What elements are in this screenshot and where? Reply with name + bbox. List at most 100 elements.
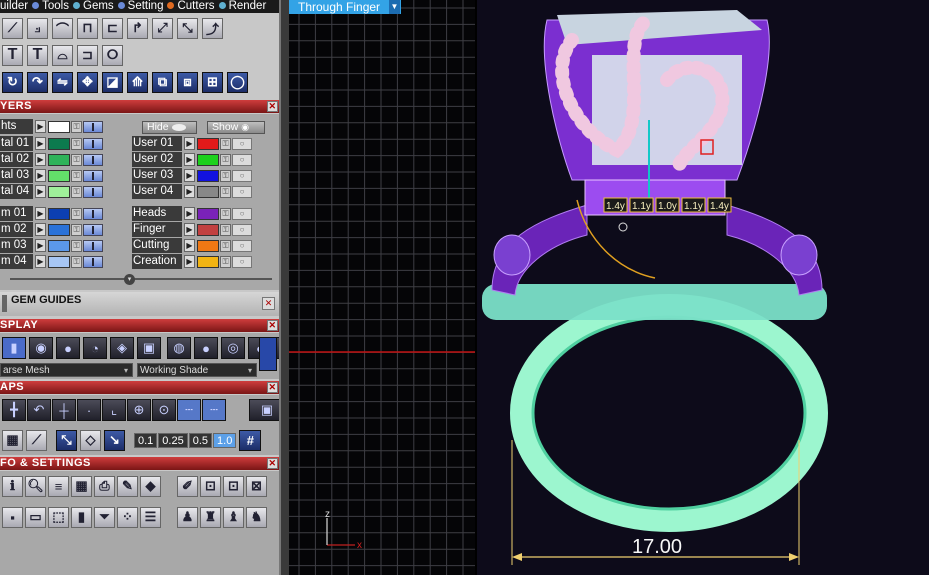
- lights-color-swatch[interactable]: [48, 120, 70, 133]
- snap-center-icon[interactable]: ⊙: [152, 399, 176, 421]
- layer-row[interactable]: tal 01 ▶ ⚿: [0, 136, 103, 151]
- display-mode-3-icon[interactable]: ●: [56, 337, 80, 359]
- display-mode-2-icon[interactable]: ◉: [29, 337, 53, 359]
- pivot-marker[interactable]: [618, 222, 628, 232]
- expand-arrow-icon[interactable]: ▶: [184, 255, 195, 268]
- curve-tool-1-icon[interactable]: ⟋: [2, 17, 23, 39]
- snap-value-0-5[interactable]: 0.5: [188, 432, 213, 448]
- curve-tool-7-icon[interactable]: ⤢: [152, 17, 173, 39]
- lock-icon[interactable]: ⚿: [220, 255, 231, 268]
- snap-value-0-25[interactable]: 0.25: [158, 432, 188, 448]
- layers-stack-icon[interactable]: ≡: [48, 475, 69, 497]
- viewport-title-tab[interactable]: Through Finger: [289, 0, 401, 14]
- expand-arrow-icon[interactable]: ▶: [184, 223, 195, 236]
- lock-icon[interactable]: ⚿: [71, 153, 82, 166]
- layer-row[interactable]: Cutting ▶ ⚿ ○: [132, 238, 252, 253]
- measure-icon[interactable]: ⤡: [56, 429, 77, 451]
- menu-render[interactable]: Render: [229, 0, 267, 12]
- ring-tool-icon[interactable]: ⵔ: [102, 44, 123, 66]
- move-tool-icon[interactable]: ✥: [77, 71, 98, 93]
- layer-row[interactable]: m 02 ▶ ⚿: [0, 222, 103, 237]
- lock-icon[interactable]: ⚿: [220, 153, 231, 166]
- scale-tool-icon[interactable]: ◪: [102, 71, 123, 93]
- list-icon[interactable]: ☰: [140, 506, 161, 528]
- scatter-icon[interactable]: ⁘: [117, 506, 138, 528]
- snap-corner-icon[interactable]: ⌞: [102, 399, 126, 421]
- shade-mode-1-icon[interactable]: ◍: [167, 337, 191, 359]
- hide-button[interactable]: Hide: [142, 121, 197, 134]
- menu-setting[interactable]: Setting: [128, 0, 164, 12]
- visibility-toggle[interactable]: ○: [232, 185, 252, 198]
- cube-icon[interactable]: ▦: [2, 429, 23, 451]
- menu-gems[interactable]: Gems: [83, 0, 114, 12]
- axis-icon[interactable]: ↘: [104, 429, 125, 451]
- close-icon[interactable]: ✕: [262, 297, 275, 310]
- close-icon[interactable]: ✕: [267, 320, 278, 331]
- notes-icon[interactable]: ✎: [117, 475, 138, 497]
- grip-2-icon[interactable]: ▪: [2, 506, 23, 528]
- layer-color-swatch[interactable]: [48, 223, 70, 236]
- snap-frame-icon[interactable]: ▣: [249, 399, 279, 421]
- menu-tools[interactable]: Tools: [42, 0, 69, 12]
- ring-band[interactable]: [510, 294, 828, 532]
- lock-icon[interactable]: ⚿: [71, 255, 82, 268]
- arrange-2-icon[interactable]: ⊡: [223, 475, 244, 497]
- layers-slider-track[interactable]: [10, 278, 272, 280]
- visibility-toggle[interactable]: [83, 137, 103, 150]
- figure-2-icon[interactable]: ♜: [200, 506, 221, 528]
- layer-row[interactable]: tal 04 ▶ ⚿: [0, 184, 103, 199]
- figure-3-icon[interactable]: ♝: [223, 506, 244, 528]
- layer-row[interactable]: User 02 ▶ ⚿ ○: [132, 152, 252, 167]
- expand-arrow-icon[interactable]: ▶: [35, 207, 46, 220]
- curve-tool-8-icon[interactable]: ⤡: [177, 17, 198, 39]
- gem-guides-title[interactable]: GEM GUIDES: [11, 294, 81, 306]
- visibility-toggle[interactable]: ○: [232, 223, 252, 236]
- visibility-toggle[interactable]: [83, 153, 103, 166]
- expand-arrow-icon[interactable]: ▶: [184, 207, 195, 220]
- expand-arrow-icon[interactable]: ▶: [35, 223, 46, 236]
- paint-icon[interactable]: ✐: [177, 475, 198, 497]
- visibility-bar[interactable]: [83, 120, 103, 133]
- layer-color-swatch[interactable]: [197, 239, 219, 252]
- layer-color-swatch[interactable]: [197, 169, 219, 182]
- visibility-toggle[interactable]: ○: [232, 153, 252, 166]
- arrange-1-icon[interactable]: ⊡: [200, 475, 221, 497]
- lock-icon[interactable]: ⚿: [220, 185, 231, 198]
- curve-tool-3-icon[interactable]: ⌒: [52, 17, 73, 39]
- curve-tool-6-icon[interactable]: ↱: [127, 17, 148, 39]
- combine-tool-icon[interactable]: ⊞: [202, 71, 223, 93]
- expand-arrow-icon[interactable]: ▶: [35, 137, 46, 150]
- lock-icon[interactable]: ⚿: [71, 185, 82, 198]
- snap-grid-icon[interactable]: ╋: [2, 399, 26, 421]
- layer-row[interactable]: m 01 ▶ ⚿: [0, 206, 103, 221]
- box-icon[interactable]: ▦: [71, 475, 92, 497]
- menu-cutters[interactable]: Cutters: [177, 0, 214, 12]
- lock-icon[interactable]: ⚿: [220, 169, 231, 182]
- layer-row[interactable]: Heads ▶ ⚿ ○: [132, 206, 252, 221]
- figure-1-icon[interactable]: ♟: [177, 506, 198, 528]
- layer-color-swatch[interactable]: [48, 137, 70, 150]
- lock-icon[interactable]: ⚿: [71, 169, 82, 182]
- layer-row[interactable]: tal 02 ▶ ⚿: [0, 152, 103, 167]
- layer-color-swatch[interactable]: [48, 169, 70, 182]
- curve-tool-9-icon[interactable]: ⤴: [202, 17, 223, 39]
- close-icon[interactable]: ✕: [267, 382, 278, 393]
- visibility-toggle[interactable]: [83, 185, 103, 198]
- grip-icon[interactable]: [2, 295, 7, 312]
- snap-value-0-1[interactable]: 0.1: [134, 432, 158, 448]
- layer-color-swatch[interactable]: [197, 223, 219, 236]
- lock-icon[interactable]: ⚿: [71, 223, 82, 236]
- lock-icon[interactable]: ⚿: [220, 239, 231, 252]
- layer-row[interactable]: Finger ▶ ⚿ ○: [132, 222, 252, 237]
- expand-arrow-icon[interactable]: ▶: [184, 153, 195, 166]
- bracket-tool-icon[interactable]: ⊐: [77, 44, 98, 66]
- expand-arrow-icon[interactable]: ▶: [35, 239, 46, 252]
- layer-color-swatch[interactable]: [48, 255, 70, 268]
- visibility-toggle[interactable]: [83, 239, 103, 252]
- display-mode-6-icon[interactable]: ▣: [137, 337, 161, 359]
- ruler-icon[interactable]: ⟋: [26, 429, 47, 451]
- visibility-toggle[interactable]: ○: [232, 239, 252, 252]
- layer-row[interactable]: m 03 ▶ ⚿: [0, 238, 103, 253]
- layer-row[interactable]: tal 03 ▶ ⚿: [0, 168, 103, 183]
- layer-color-swatch[interactable]: [197, 137, 219, 150]
